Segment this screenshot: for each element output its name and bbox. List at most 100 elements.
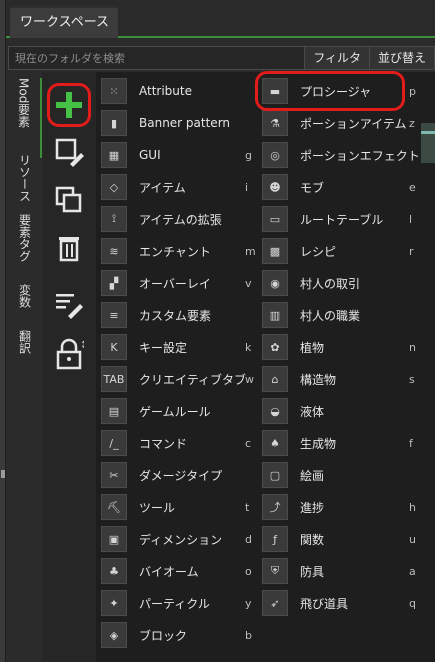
list-item-label: 進捗: [300, 500, 325, 515]
list-item-label: エンチャント: [139, 244, 211, 259]
list-item[interactable]: ◈ ブロック b: [99, 620, 257, 650]
search-input[interactable]: [8, 46, 306, 70]
list-item[interactable]: ◒ 液体: [260, 396, 422, 426]
list-item-label: クリエイティブタブ: [139, 372, 247, 387]
duplicate-icon[interactable]: [47, 178, 91, 222]
filter-button[interactable]: フィルタ: [304, 46, 370, 70]
delete-icon[interactable]: [47, 226, 91, 270]
list-item[interactable]: ⁙ Attribute: [99, 76, 257, 106]
list-item[interactable]: ♠ 生成物 f: [260, 428, 422, 458]
list-item-shortcut: m: [245, 244, 256, 258]
edge-handle[interactable]: [1, 470, 5, 478]
sort-button[interactable]: 並び替え: [368, 46, 435, 70]
list-item-label: パーティクル: [139, 596, 210, 611]
list-item-label: 防具: [300, 564, 325, 579]
lock-icon[interactable]: ↕: [47, 332, 91, 376]
vtab-mod-elements[interactable]: Mod要素: [8, 78, 42, 158]
list-item[interactable]: ▞ オーバーレイ v: [99, 268, 257, 298]
list-item-label: 液体: [300, 404, 325, 419]
dimension-icon: ▣: [101, 526, 127, 552]
list-item-shortcut: v: [245, 276, 252, 290]
list-item[interactable]: ⤴ 進捗 h: [260, 492, 422, 522]
list-item-label: 関数: [300, 532, 325, 547]
list-item-label: 飛び道具: [300, 596, 349, 611]
list-item-label: レシピ: [300, 244, 337, 259]
list-item-shortcut: p: [409, 84, 416, 98]
list-item-label: ポーションエフェクト: [300, 148, 420, 163]
list-item[interactable]: ✿ 植物 n: [260, 332, 422, 362]
list-item[interactable]: ⚗ ポーションアイテム z: [260, 108, 422, 138]
list-item[interactable]: ⛏ ツール t: [99, 492, 257, 522]
damage-type-icon: ✂: [101, 462, 127, 488]
list-item[interactable]: ▭ ルートテーブル l: [260, 204, 422, 234]
list-item[interactable]: ≡ カスタム要素: [99, 300, 257, 330]
list-item[interactable]: ≋ エンチャント m: [99, 236, 257, 266]
edit-element-icon[interactable]: [47, 130, 91, 174]
list-item-label: アイテム: [139, 180, 186, 195]
tab-workspace[interactable]: ワークスペース: [10, 6, 118, 38]
list-item-shortcut: w: [245, 372, 254, 386]
list-item[interactable]: ▢ 絵画: [260, 460, 422, 490]
list-item[interactable]: ⛨ 防具 a: [260, 556, 422, 586]
edit-list-icon[interactable]: [47, 282, 91, 326]
list-item[interactable]: ✂ ダメージタイプ: [99, 460, 257, 490]
item-extension-icon: ⟟: [101, 206, 127, 232]
side-panel-peek: [421, 123, 435, 163]
list-item-label: ポーションアイテム: [300, 116, 407, 131]
list-item-label: ディメンション: [139, 532, 223, 547]
list-item[interactable]: ▣ ディメンション d: [99, 524, 257, 554]
list-item-shortcut: y: [245, 596, 252, 610]
list-item-label: コマンド: [139, 436, 188, 451]
list-item-shortcut: o: [245, 564, 252, 578]
list-item[interactable]: ⌂ 構造物 s: [260, 364, 422, 394]
vtab-element-tags[interactable]: 要素タグ: [8, 214, 42, 278]
list-item-shortcut: q: [409, 596, 416, 610]
list-item[interactable]: ▦ GUI g: [99, 140, 257, 170]
list-item[interactable]: /_ コマンド c: [99, 428, 257, 458]
svg-text:↕: ↕: [80, 340, 84, 351]
list-item[interactable]: ⟟ アイテムの拡張: [99, 204, 257, 234]
list-item[interactable]: ◎ ポーションエフェクト: [260, 140, 422, 170]
list-item-shortcut: i: [245, 180, 249, 194]
feature-icon: ♠: [262, 430, 288, 456]
list-item-label: 村人の取引: [300, 276, 361, 291]
list-item-shortcut: r: [409, 244, 414, 258]
list-item-shortcut: n: [409, 340, 416, 354]
list-item[interactable]: K キー設定 k: [99, 332, 257, 362]
overlay-icon: ▞: [101, 270, 127, 296]
list-item-shortcut: z: [409, 116, 415, 130]
list-item[interactable]: ▩ レシピ r: [260, 236, 422, 266]
list-item[interactable]: ✦ パーティクル y: [99, 588, 257, 618]
vtab-variables[interactable]: 変数: [8, 284, 42, 324]
list-item[interactable]: ƒ 関数 u: [260, 524, 422, 554]
list-item[interactable]: ▮ Banner pattern: [99, 108, 257, 138]
list-item[interactable]: ▥ 村人の職業: [260, 300, 422, 330]
list-item[interactable]: ▤ ゲームルール: [99, 396, 257, 426]
list-item-shortcut: l: [409, 212, 413, 226]
list-item-label: ゲームルール: [139, 404, 211, 419]
vtab-translation[interactable]: 翻訳: [8, 330, 42, 370]
painting-icon: ▢: [262, 462, 288, 488]
list-item-label: ブロック: [139, 628, 188, 643]
list-item-label: カスタム要素: [139, 308, 212, 323]
list-item-label: 構造物: [300, 372, 337, 387]
list-item-label: ツール: [139, 500, 176, 515]
list-item[interactable]: ◇ アイテム i: [99, 172, 257, 202]
vtab-resources[interactable]: リソース: [8, 154, 42, 210]
list-item-shortcut: u: [409, 532, 416, 546]
list-item[interactable]: ☻ モブ e: [260, 172, 422, 202]
list-item-label: Banner pattern: [139, 116, 231, 130]
list-item[interactable]: ♣ バイオーム o: [99, 556, 257, 586]
list-item-shortcut: d: [245, 532, 252, 546]
list-item-shortcut: c: [245, 436, 252, 450]
list-item[interactable]: ◉ 村人の取引: [260, 268, 422, 298]
add-icon[interactable]: [47, 83, 91, 127]
list-item[interactable]: ➶ 飛び道具 q: [260, 588, 422, 618]
list-item-label: キー設定: [139, 340, 188, 355]
function-icon: ƒ: [262, 526, 288, 552]
list-item[interactable]: TAB クリエイティブタブ w: [99, 364, 257, 394]
list-item-label: ダメージタイプ: [139, 468, 223, 483]
tool-icon: ⛏: [101, 494, 127, 520]
gamerule-icon: ▤: [101, 398, 127, 424]
mob-icon: ☻: [262, 174, 288, 200]
